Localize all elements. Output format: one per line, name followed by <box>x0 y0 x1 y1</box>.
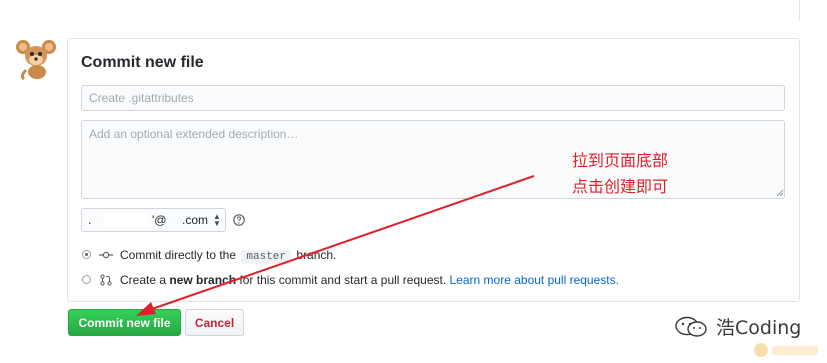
commit-new-file-button[interactable]: Commit new file <box>68 309 181 336</box>
annotation-line-2: 点击创建即可 <box>572 177 669 196</box>
new-branch-prefix: Create a <box>120 273 167 287</box>
resize-grip-icon[interactable] <box>775 188 784 197</box>
watermark-text: 浩Coding <box>716 317 802 339</box>
email-redaction <box>104 212 148 227</box>
question-icon[interactable] <box>233 214 245 226</box>
top-divider <box>799 0 800 22</box>
branch-name-tag: master <box>241 250 291 264</box>
select-arrows-icon: ▲ ▼ <box>213 212 221 228</box>
commit-form-box: Commit new file . '@ .com ▲▼ Commit dire… <box>67 38 800 302</box>
git-commit-icon <box>99 251 113 259</box>
commit-form-title: Commit new file <box>81 54 204 71</box>
commit-direct-prefix: Commit directly to the <box>120 248 237 262</box>
new-branch-suffix: for this commit and start a pull request… <box>239 273 447 287</box>
email-domain: .com <box>182 213 209 227</box>
wechat-icon <box>675 316 707 337</box>
annotation-line-1: 拉到页面底部 <box>572 151 669 170</box>
learn-more-link[interactable]: Learn more about pull requests. <box>450 273 619 287</box>
site-badge-icon <box>754 343 818 357</box>
commit-direct-suffix: branch. <box>296 248 337 262</box>
user-avatar <box>16 40 56 80</box>
email-local-part: . <box>88 213 92 227</box>
git-pull-request-icon <box>100 274 112 286</box>
commit-summary-input[interactable] <box>81 85 785 111</box>
email-at-sign: '@ <box>152 213 167 227</box>
new-branch-radio[interactable] <box>82 275 91 284</box>
commit-email-select[interactable]: . '@ .com ▲ ▼ <box>81 208 226 232</box>
commit-direct-radio[interactable] <box>82 250 91 259</box>
cancel-button[interactable]: Cancel <box>185 309 244 336</box>
new-branch-strong: new branch <box>169 273 237 287</box>
commit-description-input[interactable] <box>81 120 785 199</box>
annotation-text: 拉到页面底部 点击创建即可 <box>572 148 668 200</box>
